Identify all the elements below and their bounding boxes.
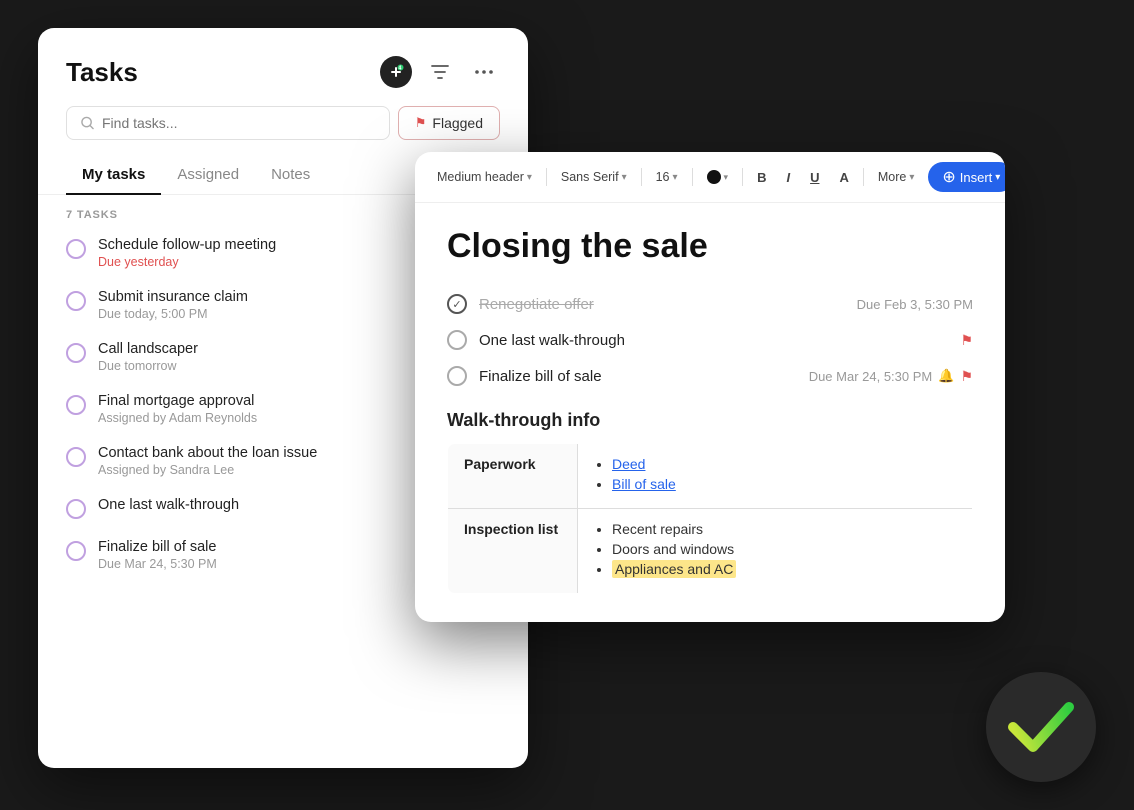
bullet-list: Recent repairs Doors and windows Applian…: [594, 521, 956, 577]
task-text: Renegotiate offer: [479, 296, 594, 313]
list-item: Doors and windows: [612, 541, 956, 557]
add-task-button[interactable]: 4: [380, 56, 412, 88]
tasks-header: Tasks 4: [38, 28, 528, 88]
task-checkbox[interactable]: [66, 291, 86, 311]
underline-button[interactable]: U: [804, 167, 825, 188]
editor-task-row[interactable]: One last walk-through ⚑: [447, 322, 973, 358]
task-circle-done[interactable]: [447, 294, 467, 314]
flagged-filter-button[interactable]: ⚑ Flagged: [398, 106, 500, 140]
search-icon: [81, 116, 94, 130]
task-checkbox[interactable]: [66, 447, 86, 467]
color-picker[interactable]: ▾: [701, 167, 735, 187]
separator: [863, 168, 864, 186]
table-row: Inspection list Recent repairs Doors and…: [448, 509, 973, 594]
search-input-wrap[interactable]: [66, 106, 390, 140]
task-checkbox[interactable]: [66, 343, 86, 363]
flagged-label: Flagged: [432, 115, 483, 131]
tab-my-tasks[interactable]: My tasks: [66, 156, 161, 195]
task-checkbox[interactable]: [66, 239, 86, 259]
table-content: Deed Bill of sale: [578, 444, 973, 509]
section-heading: Walk-through info: [447, 410, 973, 431]
info-table: Paperwork Deed Bill of sale Insp: [447, 443, 973, 594]
task-checkbox[interactable]: [66, 499, 86, 519]
checkmark-icon: [1007, 701, 1075, 753]
task-circle[interactable]: [447, 366, 467, 386]
task-due: Due Mar 24, 5:30 PM 🔔 ⚑: [809, 368, 973, 385]
separator: [742, 168, 743, 186]
checkmark-badge: [986, 672, 1096, 782]
paperwork-link-bill[interactable]: Bill of sale: [612, 476, 676, 492]
task-circle[interactable]: [447, 330, 467, 350]
size-selector[interactable]: 16: [650, 167, 684, 187]
task-name: Finalize bill of sale: [98, 539, 448, 555]
editor-content: Closing the sale Renegotiate offer Due F…: [415, 203, 1005, 622]
search-bar: ⚑ Flagged: [66, 106, 500, 140]
more-options-button[interactable]: [468, 56, 500, 88]
format-selector[interactable]: Medium header: [431, 167, 538, 187]
format-label: Medium header: [437, 170, 524, 184]
list-item: Appliances and AC: [612, 561, 956, 577]
table-label: Paperwork: [448, 444, 578, 509]
table-content: Recent repairs Doors and windows Applian…: [578, 509, 973, 594]
list-item: Bill of sale: [612, 476, 956, 492]
more-button[interactable]: More: [872, 167, 921, 187]
bell-icon: 🔔: [938, 368, 954, 384]
task-text: Finalize bill of sale: [479, 368, 602, 385]
task-due: ⚑: [960, 332, 973, 349]
tab-assigned[interactable]: Assigned: [161, 156, 255, 195]
table-row: Paperwork Deed Bill of sale: [448, 444, 973, 509]
separator: [546, 168, 547, 186]
editor-title: Closing the sale: [447, 227, 973, 266]
header-icons: 4: [380, 56, 500, 88]
chevron-down-icon: ▾: [724, 172, 729, 183]
insert-button[interactable]: ⊕ Insert ▾: [928, 162, 1005, 192]
editor-task-row[interactable]: Renegotiate offer Due Feb 3, 5:30 PM: [447, 286, 973, 322]
filter-button[interactable]: [424, 56, 456, 88]
bold-button[interactable]: B: [751, 167, 772, 188]
tab-notes[interactable]: Notes: [255, 156, 326, 195]
svg-text:4: 4: [399, 66, 402, 72]
task-checkbox[interactable]: [66, 395, 86, 415]
task-content: Finalize bill of sale Due Mar 24, 5:30 P…: [98, 539, 448, 571]
tasks-title: Tasks: [66, 57, 138, 88]
font-label: Sans Serif: [561, 170, 619, 184]
highlighted-item: Appliances and AC: [612, 560, 736, 578]
editor-task-row[interactable]: Finalize bill of sale Due Mar 24, 5:30 P…: [447, 358, 973, 394]
task-due: Due Feb 3, 5:30 PM: [857, 297, 973, 312]
task-text: One last walk-through: [479, 332, 625, 349]
color-dot: [707, 170, 721, 184]
editor-panel: Medium header Sans Serif 16 ▾ B I U A Mo…: [415, 152, 1005, 622]
flag-icon: ⚑: [960, 368, 973, 385]
search-input[interactable]: [102, 115, 375, 131]
size-label: 16: [656, 170, 670, 184]
list-item: Deed: [612, 456, 956, 472]
italic-button[interactable]: I: [780, 167, 796, 188]
flag-icon: ⚑: [960, 332, 973, 349]
task-sub: Due tomorrow: [98, 359, 467, 373]
font-selector[interactable]: Sans Serif: [555, 167, 633, 187]
flag-icon: ⚑: [415, 115, 427, 131]
paperwork-link-deed[interactable]: Deed: [612, 456, 645, 472]
table-label: Inspection list: [448, 509, 578, 594]
editor-toolbar: Medium header Sans Serif 16 ▾ B I U A Mo…: [415, 152, 1005, 203]
separator: [641, 168, 642, 186]
task-content: Call landscaper Due tomorrow: [98, 341, 467, 373]
task-checkbox[interactable]: [66, 541, 86, 561]
list-item: Recent repairs: [612, 521, 956, 537]
bullet-list: Deed Bill of sale: [594, 456, 956, 492]
task-name: Call landscaper: [98, 341, 467, 357]
text-color-button[interactable]: A: [833, 167, 854, 188]
task-sub: Due Mar 24, 5:30 PM: [98, 557, 448, 571]
separator: [692, 168, 693, 186]
